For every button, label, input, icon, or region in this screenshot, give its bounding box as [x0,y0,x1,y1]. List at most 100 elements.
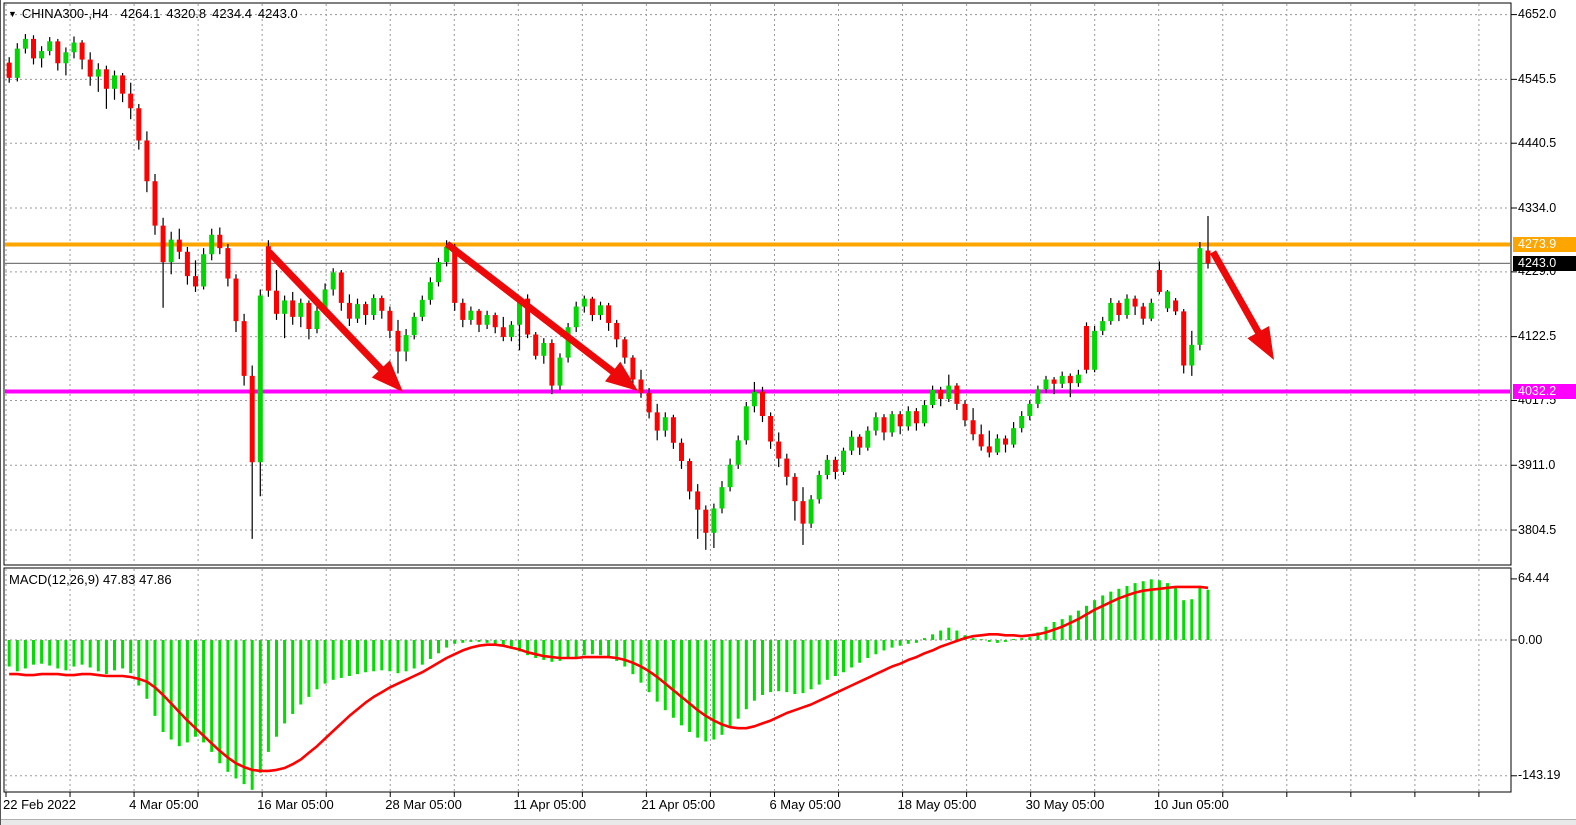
candle-body [582,299,587,307]
macd-bar [631,640,634,674]
macd-bar [113,640,116,670]
candle-body [574,307,579,328]
candle-body [501,327,506,337]
macd-bar [380,640,383,670]
macd-bar [170,640,173,740]
collapse-triangle-icon[interactable]: ▼ [8,9,17,19]
candle-body [80,43,85,60]
candle-body [161,226,166,262]
candle-body [242,321,247,376]
candle-body [1189,345,1194,366]
candle-body [209,235,214,254]
candle-body [379,298,384,311]
candle-body [776,442,781,459]
candle-body [1027,404,1032,416]
candle-body [1003,439,1008,445]
candle-body [153,181,158,225]
candle-body [1068,376,1073,383]
macd-bar [874,640,877,654]
candle-body [533,335,538,356]
horizontal-gridlines [5,15,1510,776]
candle-body [96,69,101,76]
candle-body [347,303,352,319]
candle-body [801,501,806,524]
macd-bar [429,640,432,659]
candle-body [882,417,887,432]
candle-body [841,451,846,472]
candle-body [1100,321,1105,331]
macd-bar [1077,611,1080,640]
macd-bar [64,640,67,670]
macd-bar [97,640,100,671]
candle-body [1181,311,1186,365]
macd-bar [348,640,351,676]
candle-body [509,325,514,337]
macd-bar [575,640,578,657]
macd-bar [947,628,950,640]
macd-bar [267,640,270,752]
macd-bar [818,640,821,685]
candle-body [282,300,287,313]
macd-bar [907,640,910,644]
candle-body [31,39,36,58]
candle-body [1076,375,1081,384]
chart-canvas[interactable] [1,0,1576,825]
candle-body [15,49,20,78]
macd-bar [186,640,189,742]
candle-body [792,477,797,501]
candle-body [1108,303,1113,321]
candle-body [193,276,198,286]
candle-body [906,411,911,426]
candle-body [387,311,392,331]
candle-body [760,392,765,416]
macd-bar [1069,615,1072,640]
macd-bar [607,640,610,657]
macd-bar [656,640,659,702]
macd-bar [1109,592,1112,640]
candle-body [946,386,951,399]
horizontal-price-lines[interactable] [5,245,1510,392]
candle-body [1044,380,1049,390]
macd-bar [154,640,157,716]
candle-body [954,386,959,404]
candle-body [833,460,838,472]
macd-bar [445,640,448,648]
macd-bar [1207,590,1210,640]
candle-body [412,317,417,335]
macd-bar [291,640,294,714]
macd-bar [802,640,805,693]
macd-bar [712,640,715,740]
macd-bar [8,640,11,667]
macd-bar [243,640,246,784]
macd-bar [24,640,27,668]
macd-bar [105,640,108,674]
candle-body [104,69,109,88]
macd-bar [162,640,165,732]
macd-bar [202,640,205,742]
candle-body [703,510,708,533]
candle-body [784,459,789,477]
candle-body [720,487,725,508]
candle-body [898,414,903,426]
candle-body [1060,376,1065,384]
macd-bar [891,640,894,648]
macd-bar [939,631,942,640]
candle-body [1035,389,1040,404]
macd-bar [340,640,343,678]
candle-body [1133,299,1138,307]
candle-body [1125,299,1130,315]
candle-body [809,499,814,523]
ohlc-high: 4320.8 [166,6,206,21]
macd-bar [1061,619,1064,640]
candle-body [493,315,498,327]
candle-body [1011,428,1016,444]
candle-body [987,446,992,452]
macd-indicator-label: MACD(12,26,9) [9,572,99,587]
candle-body [736,440,741,464]
macd-bar [40,640,43,664]
macd-bar [332,640,335,680]
candle-body [630,358,635,380]
trend-arrows[interactable] [269,244,1274,392]
macd-bar [1012,639,1015,640]
macd-bar [413,640,416,668]
